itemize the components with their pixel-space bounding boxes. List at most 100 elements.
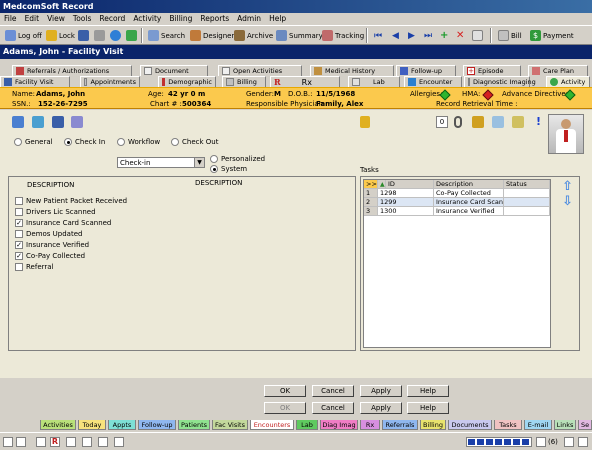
delete-record-button[interactable]: ✕ xyxy=(454,28,466,43)
ie-button[interactable] xyxy=(108,28,123,43)
cancel-button-secondary[interactable]: Cancel xyxy=(312,402,354,414)
form-icon[interactable] xyxy=(492,116,504,128)
bottom-tab-follow-up[interactable]: Follow-up xyxy=(138,420,176,430)
tracking-button[interactable]: Tracking xyxy=(320,28,366,43)
checklist-item[interactable]: Referral xyxy=(15,263,54,271)
tab-billing[interactable]: Billing xyxy=(222,76,266,87)
bottom-tab-patients[interactable]: Patients xyxy=(178,420,210,430)
menu-edit[interactable]: Edit xyxy=(21,13,44,23)
checkbox[interactable] xyxy=(15,263,23,271)
tab-diagnostic-imaging[interactable]: Diagnostic Imaging xyxy=(464,76,536,87)
tree-icon[interactable] xyxy=(32,116,44,128)
bottom-tab-billing[interactable]: Billing xyxy=(420,420,446,430)
payment-button[interactable]: $ Payment xyxy=(528,28,576,43)
bottom-tab-documents[interactable]: Documents xyxy=(448,420,492,430)
checklist-item[interactable]: ✓ Insurance Verified xyxy=(15,241,89,249)
bottom-tab-referrals[interactable]: Referrals xyxy=(382,420,418,430)
radio-personalized[interactable]: Personalized xyxy=(210,155,265,163)
menu-file[interactable]: File xyxy=(0,13,21,23)
checkbox[interactable]: ✓ xyxy=(15,219,23,227)
add-record-button[interactable]: + xyxy=(438,28,450,43)
ok-button-secondary[interactable]: OK xyxy=(264,402,306,414)
table-row[interactable]: 1 1298 Co-Pay Collected xyxy=(364,189,550,198)
menu-reports[interactable]: Reports xyxy=(196,13,233,23)
radio-workflow[interactable]: Workflow xyxy=(117,138,160,146)
bill-button[interactable]: Bill xyxy=(496,28,524,43)
checkbox[interactable] xyxy=(15,230,23,238)
tab-care-plan[interactable]: Care Plan xyxy=(528,65,588,76)
menu-tools[interactable]: Tools xyxy=(69,13,95,23)
checkbox[interactable] xyxy=(15,197,23,205)
checklist-item[interactable]: New Patient Packet Received xyxy=(15,197,127,205)
checkin-type-select[interactable]: Check-in ▼ xyxy=(117,157,205,168)
note-icon[interactable] xyxy=(472,116,484,128)
lock-icon[interactable] xyxy=(360,116,370,128)
checklist-item[interactable]: Demos Updated xyxy=(15,230,82,238)
print-button[interactable] xyxy=(92,28,107,43)
radio-system[interactable]: System xyxy=(210,165,247,173)
attachment-icon[interactable] xyxy=(454,116,462,128)
help-button-secondary[interactable]: Help xyxy=(407,402,449,414)
bottom-tab-links[interactable]: Links xyxy=(554,420,576,430)
tasks-col-description[interactable]: Description xyxy=(434,180,504,189)
menu-record[interactable]: Record xyxy=(95,13,129,23)
tab-referrals[interactable]: Referrals / Authorizations xyxy=(12,65,132,76)
tab-follow-up[interactable]: Follow-up xyxy=(396,65,456,76)
edit-record-button[interactable] xyxy=(470,28,485,43)
ok-button[interactable]: OK xyxy=(264,385,306,397)
tab-encounter[interactable]: Encounter xyxy=(404,76,462,87)
next-record-button[interactable]: ▶ xyxy=(406,28,417,43)
status-icon[interactable] xyxy=(564,437,574,447)
apply-button-secondary[interactable]: Apply xyxy=(360,402,402,414)
menu-billing[interactable]: Billing xyxy=(165,13,196,23)
tab-episode[interactable]: + Episode xyxy=(463,65,521,76)
calendar-icon[interactable] xyxy=(52,116,64,128)
move-up-icon[interactable]: ⇧ xyxy=(562,179,573,194)
logoff-button[interactable]: Log off xyxy=(3,28,44,43)
last-record-button[interactable]: ⏭ xyxy=(422,28,434,43)
save-button[interactable] xyxy=(76,28,91,43)
menu-activity[interactable]: Activity xyxy=(129,13,165,23)
search-button[interactable]: Search xyxy=(146,28,187,43)
tab-lab[interactable]: Lab xyxy=(348,76,400,87)
tasks-grid[interactable]: >> ▲ ID Description Status 1 1298 Co-Pay… xyxy=(363,179,551,348)
tab-demographic[interactable]: Demographic xyxy=(158,76,216,87)
tab-appointments[interactable]: Appointments xyxy=(80,76,140,87)
status-icon[interactable] xyxy=(3,437,13,447)
radio-check-in[interactable]: Check In xyxy=(64,138,105,146)
checklist-item[interactable]: ✓ Insurance Card Scanned xyxy=(15,219,111,227)
bottom-tab-se[interactable]: Se xyxy=(578,420,592,430)
status-icon[interactable] xyxy=(66,437,76,447)
status-icon[interactable] xyxy=(114,437,124,447)
first-record-button[interactable]: ⏮ xyxy=(372,28,384,43)
bottom-tab-appts[interactable]: Appts xyxy=(108,420,136,430)
bottom-tab-encounters[interactable]: Encounters xyxy=(250,420,294,430)
menu-admin[interactable]: Admin xyxy=(233,13,265,23)
status-icon[interactable] xyxy=(536,437,546,447)
checkbox[interactable]: ✓ xyxy=(15,241,23,249)
status-icon[interactable] xyxy=(578,437,588,447)
menu-help[interactable]: Help xyxy=(265,13,290,23)
bottom-tab-lab[interactable]: Lab xyxy=(296,420,318,430)
tab-document[interactable]: Document xyxy=(140,65,208,76)
apply-button[interactable]: Apply xyxy=(360,385,402,397)
status-icon[interactable] xyxy=(36,437,46,447)
hma-status-icon[interactable] xyxy=(482,89,494,101)
radio-check-out[interactable]: Check Out xyxy=(171,138,218,146)
summary-button[interactable]: Summary xyxy=(274,28,325,43)
radio-general[interactable]: General xyxy=(14,138,53,146)
cancel-button[interactable]: Cancel xyxy=(312,385,354,397)
schedule-icon[interactable] xyxy=(71,116,83,128)
designer-button[interactable]: Designer xyxy=(188,28,236,43)
menu-view[interactable]: View xyxy=(43,13,69,23)
tab-facility-visit[interactable]: Facility Visit xyxy=(0,76,70,87)
info-icon[interactable]: ! xyxy=(536,115,541,128)
bottom-tab-rx[interactable]: Rx xyxy=(360,420,380,430)
hierarchy-icon[interactable] xyxy=(12,116,24,128)
table-row[interactable]: 3 1300 Insurance Verified xyxy=(364,207,550,216)
bottom-tab-activities[interactable]: Activities xyxy=(40,420,76,430)
tab-rx[interactable]: R Rx xyxy=(270,76,340,87)
status-icon[interactable] xyxy=(98,437,108,447)
lock-button[interactable]: Lock xyxy=(44,28,77,43)
checkbox[interactable]: ✓ xyxy=(15,252,23,260)
